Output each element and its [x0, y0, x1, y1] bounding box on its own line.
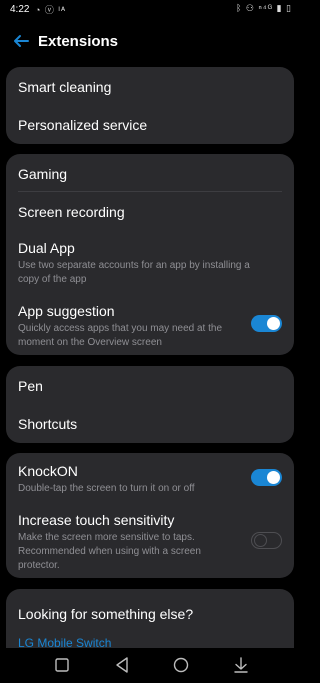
toggle-knob [267, 471, 280, 484]
app-suggestion-item[interactable]: App suggestion Quickly access apps that … [18, 303, 282, 350]
card-touch: KnockON Double-tap the screen to turn it… [6, 453, 294, 578]
shortcuts-item[interactable]: Shortcuts [18, 416, 282, 432]
app-suggestion-toggle[interactable] [251, 315, 282, 332]
app-bar: Extensions [0, 28, 300, 56]
status-left-icons: ◔ ⓥ ᴵᴬ [35, 5, 67, 15]
app-suggestion-label: App suggestion [18, 303, 115, 319]
card-general: Smart cleaning Personalized service [6, 67, 294, 144]
touch-sensitivity-label: Increase touch sensitivity [18, 512, 175, 528]
dual-app-item[interactable]: Dual App Use two separate accounts for a… [18, 240, 282, 287]
screen-recording-item[interactable]: Screen recording [18, 204, 282, 220]
toggle-knob [253, 533, 267, 547]
dual-app-label: Dual App [18, 240, 75, 256]
divider [18, 191, 282, 192]
personalized-service-label: Personalized service [18, 117, 148, 133]
status-bar: 4:22 ◔ ⓥ ᴵᴬ ᛒ ⚇ ⁿ⁴ᴳ ▮ ▯ [0, 0, 300, 20]
looking-for-something-else: Looking for something else? [18, 606, 282, 622]
card-apps: Gaming Screen recording Dual App Use two… [6, 154, 294, 355]
touch-sensitivity-description: Make the screen more sensitive to taps. … [18, 532, 201, 571]
card-input: Pen Shortcuts [6, 366, 294, 443]
smart-cleaning-item[interactable]: Smart cleaning [18, 79, 282, 95]
page-title: Extensions [38, 33, 119, 50]
smart-cleaning-label: Smart cleaning [18, 79, 112, 95]
knockon-label: KnockON [18, 463, 78, 479]
personalized-service-item[interactable]: Personalized service [18, 117, 282, 133]
touch-sensitivity-toggle[interactable] [251, 532, 282, 549]
recents-icon[interactable] [52, 656, 72, 674]
navigation-bar [0, 648, 300, 683]
back-icon[interactable] [112, 656, 132, 674]
notifications-pull-icon[interactable] [231, 656, 251, 674]
pen-label: Pen [18, 378, 43, 394]
gaming-label: Gaming [18, 166, 68, 182]
screen-recording-label: Screen recording [18, 204, 125, 220]
status-right-icons: ᛒ ⚇ ⁿ⁴ᴳ ▮ ▯ [236, 3, 292, 13]
pen-item[interactable]: Pen [18, 378, 282, 394]
toggle-knob [267, 317, 280, 330]
home-icon[interactable] [171, 656, 191, 674]
app-suggestion-description: Quickly access apps that you may need at… [18, 323, 222, 348]
status-time: 4:22 [10, 4, 30, 15]
knockon-description: Double-tap the screen to turn it on or o… [18, 483, 195, 494]
suggestions-title: Looking for something else? [18, 606, 194, 622]
back-arrow-icon[interactable] [10, 30, 32, 52]
gaming-item[interactable]: Gaming [18, 166, 282, 182]
knockon-item[interactable]: KnockON Double-tap the screen to turn it… [18, 463, 282, 496]
shortcuts-label: Shortcuts [18, 416, 78, 432]
touch-sensitivity-item[interactable]: Increase touch sensitivity Make the scre… [18, 512, 282, 573]
knockon-toggle[interactable] [251, 469, 282, 486]
dual-app-description: Use two separate accounts for an app by … [18, 260, 250, 285]
